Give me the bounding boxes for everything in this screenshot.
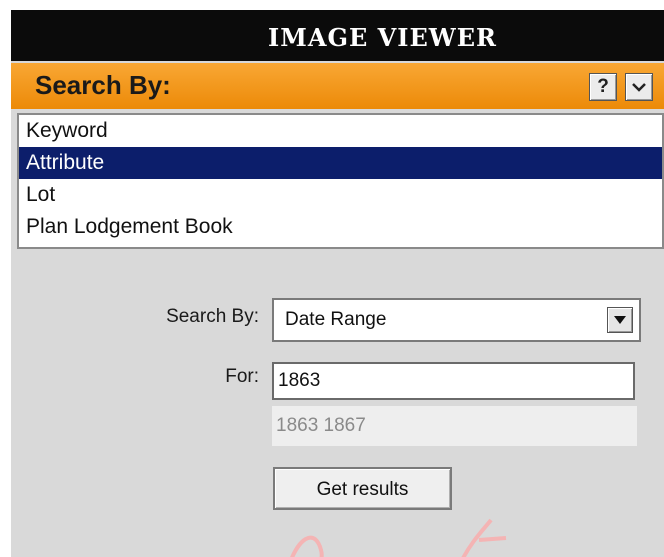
- search-by-select[interactable]: Date Range: [272, 298, 641, 342]
- search-by-value: Date Range: [285, 309, 387, 330]
- date-range-suggestion[interactable]: 1863 1867: [272, 406, 637, 446]
- title-bar: IMAGE VIEWER: [11, 10, 664, 63]
- collapse-button[interactable]: [625, 73, 653, 101]
- for-input[interactable]: 1863: [272, 362, 635, 400]
- search-by-label: Search By:: [166, 306, 259, 327]
- help-button[interactable]: ?: [589, 73, 617, 101]
- search-by-heading: Search By:: [35, 70, 171, 100]
- triangle-down-icon: [614, 316, 626, 324]
- search-type-attribute[interactable]: Attribute: [19, 147, 662, 179]
- get-results-button[interactable]: Get results: [273, 467, 452, 510]
- dropdown-arrow-button[interactable]: [607, 307, 633, 333]
- search-type-plan-lodgement-book[interactable]: Plan Lodgement Book: [19, 211, 662, 243]
- search-type-keyword[interactable]: Keyword: [19, 115, 662, 147]
- search-by-header: Search By: ?: [11, 63, 664, 109]
- chevron-down-icon: [632, 83, 646, 92]
- for-label: For:: [225, 366, 259, 387]
- search-type-list[interactable]: Keyword Attribute Lot Plan Lodgement Boo…: [17, 113, 664, 249]
- window-title: IMAGE VIEWER: [268, 23, 497, 52]
- search-type-lot[interactable]: Lot: [19, 179, 662, 211]
- image-viewer-panel: IMAGE VIEWER Search By: ? Keyword Attrib…: [11, 10, 664, 557]
